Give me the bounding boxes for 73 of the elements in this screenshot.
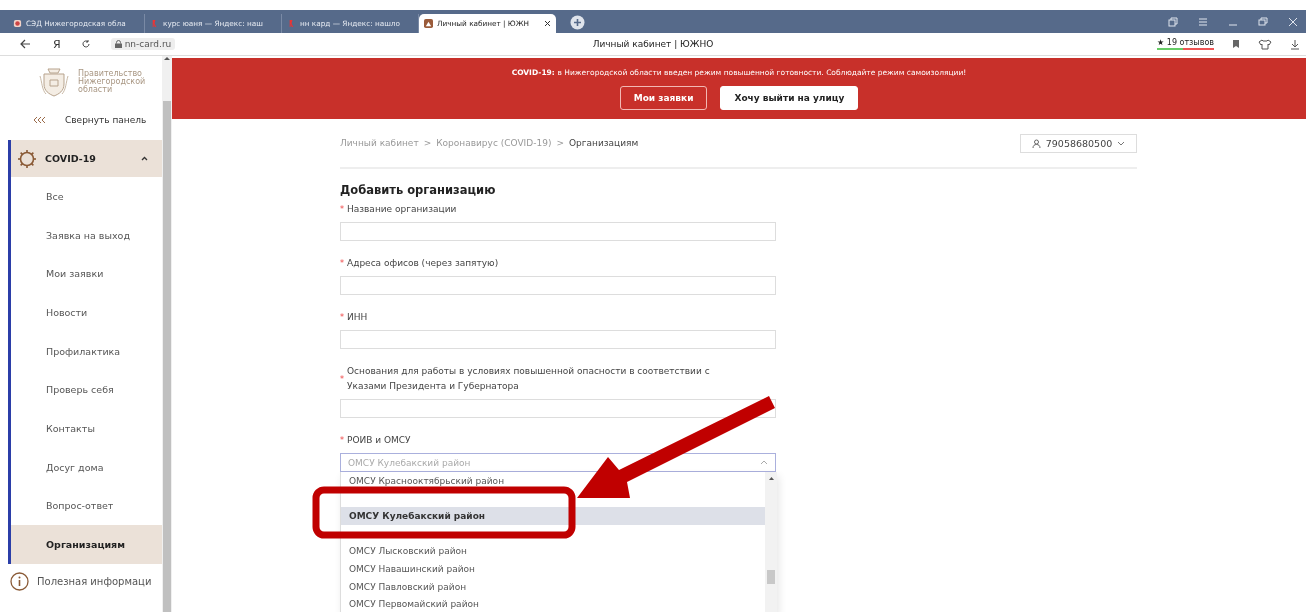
reviews-link[interactable]: ★ 19 отзывов <box>1157 38 1214 50</box>
required-mark: * <box>340 204 344 217</box>
download-icon[interactable] <box>1290 38 1300 50</box>
user-menu-button[interactable]: 79058680500 <box>1020 133 1137 153</box>
address-field[interactable]: nn-card.ru <box>110 38 176 50</box>
lock-icon <box>114 40 122 48</box>
chevron-icon <box>1117 140 1126 146</box>
covid-menu-group[interactable]: COVID-19 <box>11 140 162 177</box>
tabs-icon[interactable] <box>1168 16 1178 27</box>
field-label: * Основания для работы в условиях повышенной опасности в соответствии с Указами Президента и Губернатора <box>340 365 711 394</box>
y-letter-icon <box>287 19 296 28</box>
field-label: * Адреса офисов (через запятую) <box>340 256 750 272</box>
dropdown-option[interactable]: ОМСУ Лысковский район <box>341 542 765 561</box>
logo-text: Правительство Нижегородской области <box>78 70 146 94</box>
double-chevron-icon <box>33 116 45 124</box>
close-icon[interactable] <box>544 20 551 27</box>
scrollbar[interactable] <box>765 472 777 612</box>
sidebar-item[interactable]: Контакты <box>11 409 162 448</box>
form-title: Добавить организацию <box>340 183 497 198</box>
scroll-up-icon[interactable] <box>768 476 774 481</box>
caret-icon <box>141 156 148 161</box>
breadcrumb-separator: > <box>423 138 432 149</box>
sidebar-item[interactable]: Заявка на выход <box>11 215 162 255</box>
scrollbar-thumb[interactable] <box>767 570 775 585</box>
coat-of-arms-icon <box>38 66 70 98</box>
sidebar-item[interactable]: Все <box>11 177 162 216</box>
field-label: * РОИВ и ОМСУ <box>340 433 750 449</box>
sidebar-item[interactable]: Новости <box>11 293 162 332</box>
input-field[interactable] <box>340 222 776 242</box>
input-field[interactable] <box>340 330 776 350</box>
collapse-panel-button[interactable]: Свернуть панель <box>0 108 162 132</box>
field-label: * ИНН <box>340 310 750 326</box>
required-mark: * <box>340 435 344 448</box>
breadcrumb-separator: > <box>556 138 564 149</box>
sidebar-item[interactable]: Организациям <box>11 525 162 564</box>
menu-icon[interactable] <box>1198 16 1208 27</box>
scrollbar-thumb[interactable] <box>163 101 171 612</box>
sidebar-item[interactable]: Мои заявки <box>11 254 162 294</box>
dropdown-option[interactable]: ОМСУ Кулебакский район <box>341 507 765 526</box>
field-label: * Название организации <box>340 202 750 218</box>
virus-icon <box>17 148 37 169</box>
required-mark: * <box>340 258 344 271</box>
restore-icon[interactable] <box>1258 16 1268 27</box>
bookmark-icon[interactable] <box>1232 39 1240 49</box>
new-tab-icon[interactable] <box>570 15 585 30</box>
back-icon[interactable] <box>20 39 31 49</box>
sidebar-item[interactable]: Проверь себя <box>11 370 162 410</box>
input-field[interactable] <box>340 399 776 419</box>
required-mark: * <box>340 373 344 386</box>
go-out-button[interactable]: Хочу выйти на улицу <box>720 86 859 110</box>
sidebar-item[interactable]: Досуг дома <box>11 447 162 487</box>
user-icon <box>1031 138 1041 148</box>
dropdown-option[interactable]: ОМСУ Павловский район <box>341 577 765 596</box>
sidebar-item[interactable]: Профилактика <box>11 331 162 371</box>
reload-icon[interactable] <box>80 39 91 49</box>
dropdown-option[interactable]: ОМСУ Навашинский район <box>341 560 765 578</box>
shirt-icon[interactable] <box>1258 38 1272 50</box>
input-field[interactable] <box>340 276 776 296</box>
y-letter-icon <box>150 19 159 28</box>
caret-icon <box>760 460 768 466</box>
scrollbar[interactable] <box>162 56 172 612</box>
page-title: Личный кабинет | ЮЖНО <box>592 39 714 49</box>
home-button[interactable]: Я <box>53 37 61 51</box>
sidebar-item[interactable]: Вопрос-ответ <box>11 486 162 526</box>
required-mark: * <box>340 312 344 325</box>
sidebar-item[interactable]: Полезная информаци <box>0 563 162 600</box>
dropdown-option[interactable]: ОМСУ Краснооктябрьский район <box>341 472 765 490</box>
site-icon <box>424 19 433 28</box>
scroll-up-icon[interactable] <box>164 56 170 61</box>
emblem-icon <box>13 19 22 28</box>
info-icon <box>10 572 29 592</box>
my-requests-button[interactable]: Мои заявки <box>619 86 708 110</box>
dropdown-option[interactable]: ОМСУ Первомайский район <box>341 595 765 612</box>
